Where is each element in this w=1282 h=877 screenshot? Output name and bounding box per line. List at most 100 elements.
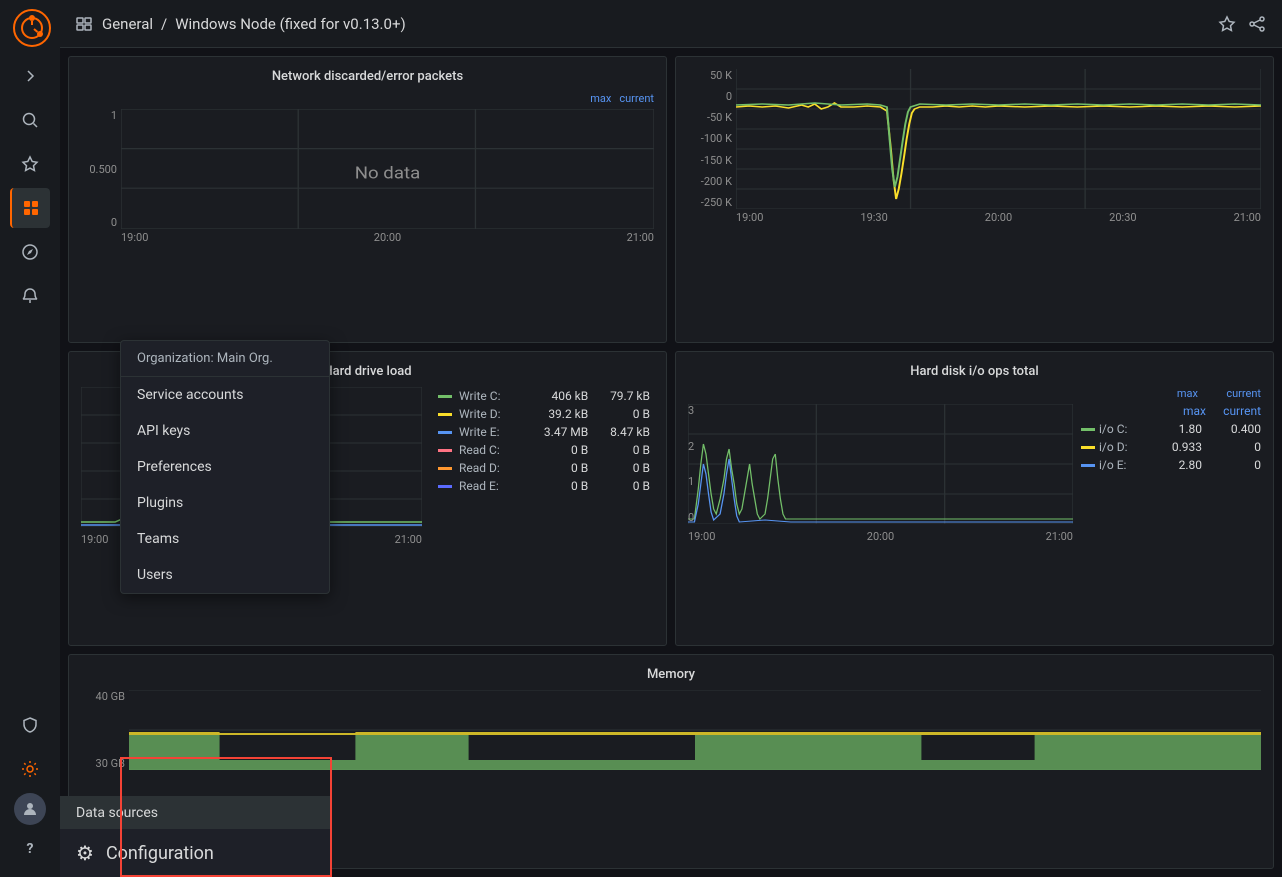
grid-icon [76,17,94,31]
legend-max-label: max [590,92,611,105]
io-max-1: 0.933 [1147,440,1202,454]
hd-val2-0: 79.7 kB [592,387,654,405]
menu-item-users[interactable]: Users [121,557,329,593]
hard-drive-legend: Write C: 406 kB 79.7 kB Write D: 39.2 kB… [434,387,654,547]
legend-current-label: current [619,92,654,105]
y-r-2: 0 [688,90,732,103]
io-current-label: current [1206,387,1261,400]
io-label-1: i/o D: [1099,440,1143,454]
panel-network-right: 50 K 0 -50 K -100 K -150 K -200 K -250 K [675,56,1274,343]
x-r-19: 19:00 [736,211,763,224]
grafana-logo[interactable] [12,8,48,44]
config-main-item[interactable]: ⚙ Configuration [60,829,330,877]
hd-label-5: Read E: [459,479,499,493]
network-error-chart: No data [121,109,654,229]
sidebar-bottom: ? [10,705,50,869]
topbar-actions [1218,15,1266,33]
hd-label-1: Write D: [459,407,501,421]
io-legend: max current i/o C: 1.80 0.400 i/o D: 0.9… [1081,404,1261,544]
io-chart [688,404,1073,524]
sidebar-item-configuration[interactable] [10,749,50,789]
io-legend-row-0: i/o C: 1.80 0.400 [1081,422,1261,436]
hd-color-1 [438,413,452,416]
hd-color-5 [438,485,452,488]
hd-x-21: 21:00 [395,533,422,546]
hd-val1-1: 39.2 kB [525,405,592,423]
hd-legend-row-5: Read E: 0 B 0 B [434,477,654,495]
io-max-0: 1.80 [1147,422,1202,436]
hd-val2-4: 0 B [592,459,654,477]
breadcrumb-page: Windows Node (fixed for v0.13.0+) [175,15,405,33]
hd-val2-5: 0 B [592,477,654,495]
panel-network-error: Network discarded/error packets max curr… [68,56,667,343]
breadcrumb-general[interactable]: General [102,15,153,33]
y-label-0: 0 [81,216,117,229]
menu-item-service-accounts[interactable]: Service accounts [121,377,329,413]
y-r-7: -250 K [688,196,732,209]
panel-io-title: Hard disk i/o ops total [688,364,1261,379]
io-cur-2: 0 [1206,458,1261,472]
context-menu-org: Organization: Main Org. [121,341,329,377]
hd-legend-row-2: Write E: 3.47 MB 8.47 kB [434,423,654,441]
no-data-text: No data [355,164,420,183]
hd-legend-row-3: Read C: 0 B 0 B [434,441,654,459]
y-r-3: -50 K [688,111,732,124]
hd-color-0 [438,395,452,398]
x-label-19: 19:00 [121,231,148,244]
hd-legend-row-1: Write D: 39.2 kB 0 B [434,405,654,423]
hd-color-2 [438,431,452,434]
sidebar-item-search[interactable] [10,100,50,140]
hd-label-2: Write E: [459,425,500,439]
sidebar-item-alerting[interactable] [10,276,50,316]
x-r-1930: 19:30 [860,211,887,224]
menu-item-api-keys[interactable]: API keys [121,413,329,449]
topbar: General / Windows Node (fixed for v0.13.… [60,0,1282,48]
hd-label-0: Write C: [459,389,501,403]
hd-label-4: Read D: [459,461,500,475]
hd-val2-3: 0 B [592,441,654,459]
mem-y-30: 30 GB [81,757,125,770]
user-avatar[interactable] [14,793,46,825]
config-datasources-item[interactable]: Data sources [60,797,330,829]
io-legend-max-header: max [1151,404,1206,418]
y-r-5: -150 K [688,154,732,167]
memory-chart [129,690,1261,770]
hd-val1-3: 0 B [525,441,592,459]
y-r-1: 50 K [688,69,732,82]
y-r-4: -100 K [688,132,732,145]
io-color-0 [1081,428,1095,431]
menu-item-plugins[interactable]: Plugins [121,485,329,521]
sidebar-item-starred[interactable] [10,144,50,184]
menu-item-teams[interactable]: Teams [121,521,329,557]
sidebar-item-explore[interactable] [10,232,50,272]
io-y-0: 0 [688,511,694,524]
hd-legend-row-4: Read D: 0 B 0 B [434,459,654,477]
config-label: Configuration [106,843,214,864]
io-cur-1: 0 [1206,440,1261,454]
datasources-label: Data sources [76,805,158,821]
menu-item-preferences[interactable]: Preferences [121,449,329,485]
hd-val2-1: 0 B [592,405,654,423]
sidebar-item-dashboards[interactable] [10,188,50,228]
share-icon[interactable] [1248,15,1266,33]
y-r-6: -200 K [688,175,732,188]
hd-label-3: Read C: [459,443,500,457]
io-label-0: i/o C: [1099,422,1143,436]
x-r-21: 21:00 [1234,211,1261,224]
sidebar: ? [0,0,60,877]
breadcrumb-separator: / [161,15,167,33]
hd-legend-row-0: Write C: 406 kB 79.7 kB [434,387,654,405]
hd-val1-0: 406 kB [525,387,592,405]
sidebar-item-help[interactable]: ? [10,829,50,869]
mem-y-40: 40 GB [81,690,125,703]
y-label-05: 0.500 [81,163,117,176]
sidebar-item-shield[interactable] [10,705,50,745]
io-label-2: i/o E: [1099,458,1143,472]
panel-hard-disk-io: Hard disk i/o ops total max current [675,351,1274,646]
y-label-1: 1 [81,109,117,122]
main-area: General / Windows Node (fixed for v0.13.… [60,0,1282,877]
sidebar-expand-button[interactable] [10,56,50,96]
star-icon[interactable] [1218,15,1236,33]
io-x-19: 19:00 [688,530,715,543]
hd-val2-2: 8.47 kB [592,423,654,441]
